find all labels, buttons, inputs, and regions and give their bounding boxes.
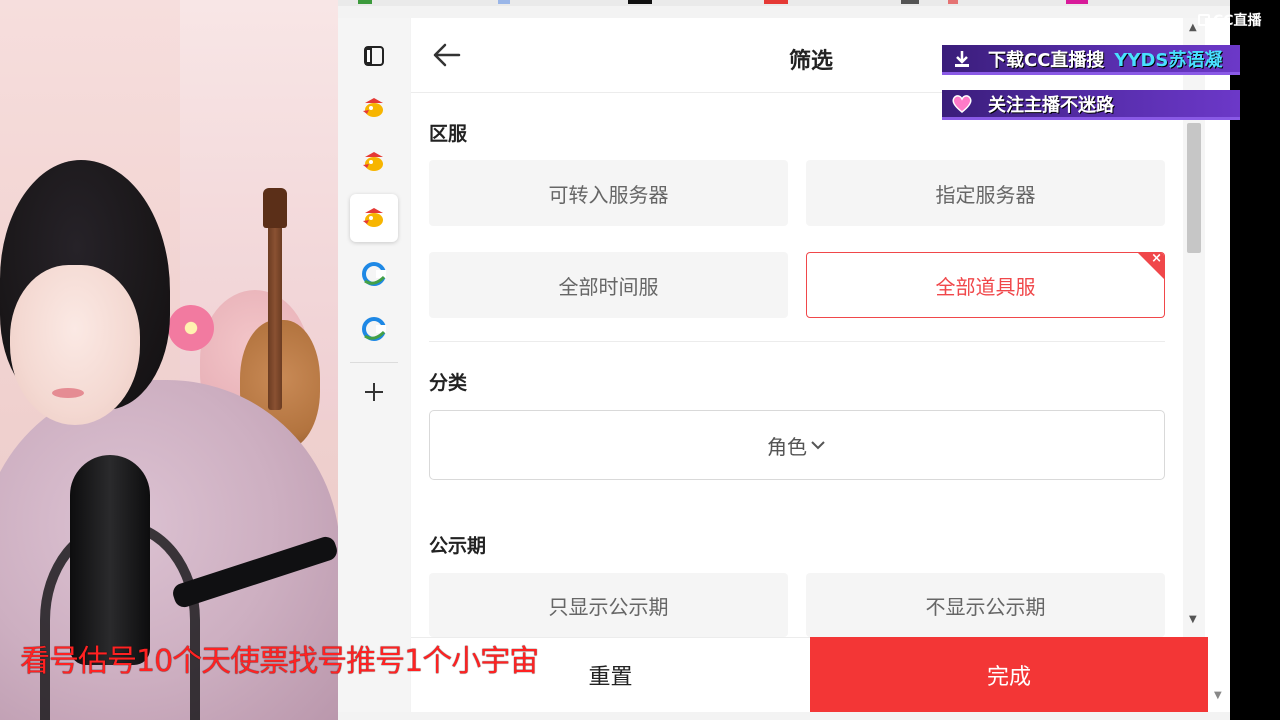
cc-logo-icon: [1198, 14, 1210, 26]
option-all-item-server[interactable]: 全部道具服 ×: [806, 252, 1165, 318]
page-title: 筛选: [788, 49, 833, 74]
section-title-category: 分类: [429, 372, 468, 394]
option-hide-publicity[interactable]: 不显示公示期: [806, 573, 1165, 637]
close-icon[interactable]: ×: [1151, 253, 1162, 266]
back-arrow-icon[interactable]: [429, 40, 463, 70]
option-all-time-server[interactable]: 全部时间服: [429, 252, 788, 318]
chevron-down-icon: [811, 441, 825, 450]
browser-c-icon[interactable]: [350, 305, 398, 353]
cc-logo-text: CC直播: [1213, 13, 1262, 29]
option-transferable-server[interactable]: 可转入服务器: [429, 160, 788, 226]
scrolling-ticker-text: 看号估号10个天使票找号推号1个小宇宙: [20, 644, 539, 679]
section-divider: [429, 341, 1165, 342]
app-sidebar: [338, 18, 410, 712]
option-show-publicity-only[interactable]: 只显示公示期: [429, 573, 788, 637]
scroll-up-arrow-icon[interactable]: ▲: [1189, 22, 1197, 33]
category-select-value: 角色: [767, 434, 807, 459]
option-label: 全部道具服: [935, 274, 1036, 299]
filter-panel: 筛选 区服 可转入服务器 指定服务器 全部时间服 全部道具服 × 分类 角色 公…: [411, 18, 1230, 712]
window-scroll-down-arrow-icon[interactable]: ▼: [1214, 690, 1222, 701]
scroll-down-arrow-icon[interactable]: ▼: [1189, 614, 1197, 625]
heart-icon: [950, 93, 974, 115]
follow-banner: 关注主播不迷路: [942, 90, 1240, 120]
game-app-icon-active[interactable]: [350, 194, 398, 242]
section-title-publicity: 公示期: [429, 535, 487, 557]
panel-scrollbar[interactable]: ▲ ▼: [1183, 18, 1205, 712]
webcam-feed: [0, 0, 338, 720]
window-top-strip: [338, 0, 1230, 6]
tab-overview-icon[interactable]: [350, 32, 398, 80]
done-button[interactable]: 完成: [810, 637, 1208, 712]
option-specified-server[interactable]: 指定服务器: [806, 160, 1165, 226]
browser-c-icon[interactable]: [350, 250, 398, 298]
game-app-icon[interactable]: [350, 84, 398, 132]
sidebar-divider: [350, 362, 398, 363]
cc-live-logo: CC直播: [1198, 10, 1262, 30]
streamer-face: [10, 265, 140, 425]
follow-banner-text: 关注主播不迷路: [988, 94, 1114, 116]
plus-icon[interactable]: [350, 368, 398, 416]
game-app-icon[interactable]: [350, 138, 398, 186]
microphone: [70, 455, 150, 665]
download-banner-highlight: YYDS苏语凝: [1114, 49, 1223, 71]
scrollbar-thumb[interactable]: [1187, 123, 1201, 253]
download-icon: [950, 48, 974, 70]
category-select[interactable]: 角色: [429, 410, 1165, 480]
download-banner: 下载CC直播搜 YYDS苏语凝: [942, 45, 1240, 75]
section-title-server: 区服: [429, 123, 468, 145]
download-banner-text: 下载CC直播搜: [988, 49, 1105, 71]
